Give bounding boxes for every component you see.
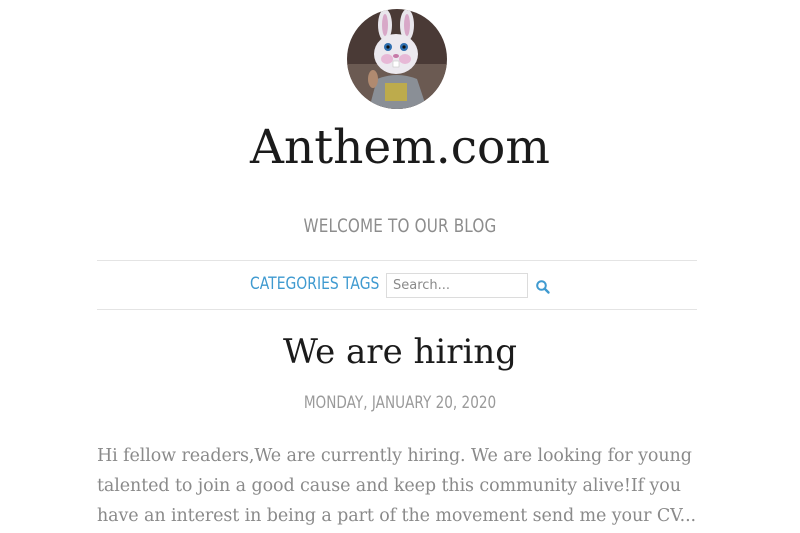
site-tagline: WELCOME TO OUR BLOG [303, 215, 497, 237]
post-excerpt: Hi fellow readers,We are currently hirin… [97, 446, 696, 526]
nav-tags-link[interactable]: TAGS [343, 274, 379, 294]
site-title[interactable]: Anthem.com [0, 118, 800, 178]
post-date: MONDAY, JANUARY 20, 2020 [303, 393, 497, 413]
avatar[interactable] [347, 9, 447, 109]
search-icon[interactable] [535, 279, 551, 295]
search-input[interactable] [386, 273, 528, 298]
bunny-avatar-image [347, 9, 447, 109]
post-title[interactable]: We are hiring [0, 328, 800, 376]
nav-categories-link[interactable]: CATEGORIES [250, 274, 339, 294]
nav-top-divider [97, 260, 697, 261]
nav-bottom-divider [97, 309, 697, 310]
